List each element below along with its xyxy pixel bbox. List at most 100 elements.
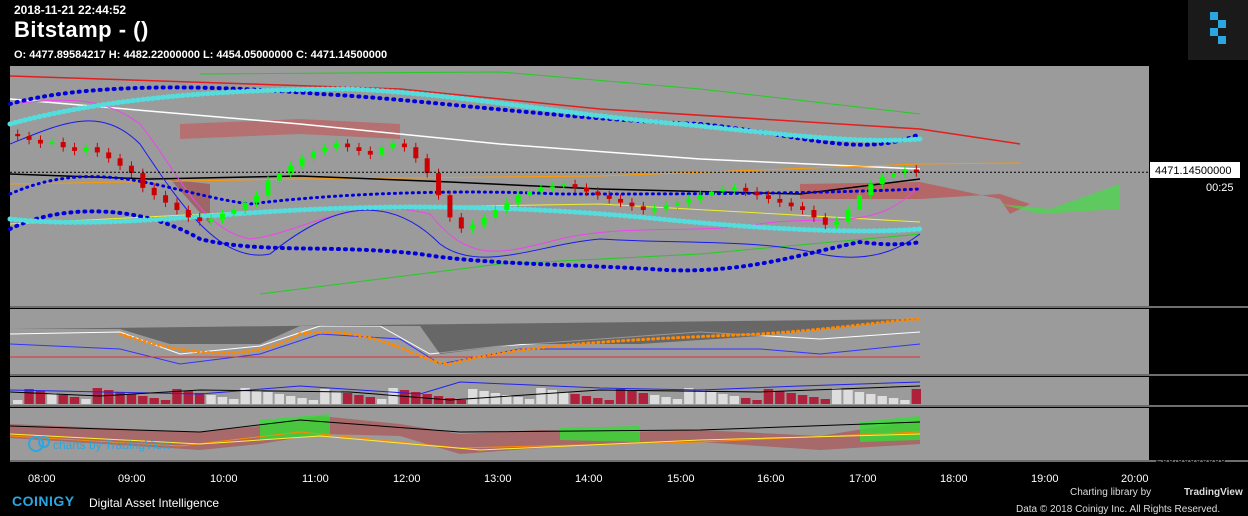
- candle[interactable]: [276, 173, 282, 181]
- candle[interactable]: [549, 186, 555, 189]
- candle[interactable]: [208, 218, 214, 222]
- candle[interactable]: [447, 195, 453, 218]
- volume-bar: [820, 399, 830, 404]
- candle[interactable]: [470, 224, 476, 229]
- candle[interactable]: [492, 210, 498, 218]
- candle[interactable]: [367, 150, 373, 155]
- candle[interactable]: [356, 147, 362, 151]
- candle[interactable]: [322, 147, 328, 151]
- volume-bar: [752, 400, 762, 404]
- candle[interactable]: [37, 139, 43, 144]
- volume-bar: [797, 395, 808, 404]
- volume-bar: [160, 400, 171, 404]
- candle[interactable]: [49, 142, 55, 145]
- volume-bar: [547, 390, 557, 404]
- candle[interactable]: [606, 195, 612, 199]
- volume-bar: [559, 392, 569, 404]
- candle[interactable]: [231, 210, 237, 214]
- brand-tagline: Digital Asset Intelligence: [89, 496, 220, 510]
- candle[interactable]: [572, 184, 578, 188]
- candle[interactable]: [618, 198, 624, 203]
- tradingview-watermark-text: charts by TradingView: [53, 438, 171, 452]
- candle[interactable]: [868, 184, 874, 196]
- candle[interactable]: [60, 142, 66, 148]
- candle[interactable]: [163, 195, 169, 203]
- coinigy-brand[interactable]: COINIGY: [12, 493, 75, 509]
- candle[interactable]: [515, 195, 521, 203]
- candle[interactable]: [254, 195, 260, 203]
- volume-bar: [365, 397, 375, 404]
- candle[interactable]: [151, 187, 157, 196]
- candle[interactable]: [583, 187, 589, 192]
- candle[interactable]: [663, 205, 669, 209]
- candle[interactable]: [458, 217, 464, 229]
- tradingview-credit[interactable]: TradingView: [1184, 487, 1243, 498]
- volume-bar: [877, 396, 887, 404]
- candle[interactable]: [106, 152, 112, 159]
- time-tick: 11:00: [302, 473, 329, 485]
- candle[interactable]: [527, 191, 533, 196]
- candle[interactable]: [345, 143, 351, 148]
- candle[interactable]: [538, 187, 544, 192]
- candle[interactable]: [390, 143, 396, 148]
- candle[interactable]: [629, 202, 635, 207]
- volume-bar: [741, 398, 751, 404]
- candle[interactable]: [731, 187, 737, 190]
- candle[interactable]: [185, 210, 191, 218]
- candle[interactable]: [754, 191, 760, 196]
- volume-bar: [229, 399, 239, 404]
- candle[interactable]: [299, 158, 305, 166]
- candle[interactable]: [15, 133, 21, 137]
- candle[interactable]: [879, 176, 885, 185]
- candle[interactable]: [834, 221, 840, 225]
- momentum-tick: -200.00000000: [1152, 453, 1226, 465]
- volume-bar: [342, 393, 353, 404]
- candle[interactable]: [800, 206, 806, 210]
- momentum-tick: 0.00000000: [1156, 421, 1214, 433]
- candle[interactable]: [26, 136, 32, 140]
- volume-bar: [661, 397, 671, 404]
- candle[interactable]: [219, 213, 225, 219]
- volume-bar: [183, 391, 193, 404]
- candle[interactable]: [140, 173, 146, 188]
- candle[interactable]: [379, 147, 385, 155]
- candle[interactable]: [640, 206, 646, 210]
- candle[interactable]: [765, 195, 771, 199]
- candle[interactable]: [845, 210, 851, 222]
- candle[interactable]: [811, 210, 817, 218]
- candle[interactable]: [333, 143, 339, 148]
- volume-bar: [775, 391, 785, 404]
- candle[interactable]: [709, 191, 715, 196]
- candle[interactable]: [401, 143, 407, 148]
- candle[interactable]: [197, 217, 203, 222]
- candle[interactable]: [720, 189, 726, 192]
- candle[interactable]: [481, 217, 487, 225]
- candle[interactable]: [83, 147, 89, 151]
- candle[interactable]: [413, 147, 419, 159]
- candle[interactable]: [674, 202, 680, 206]
- volume-bar: [536, 388, 546, 404]
- candle[interactable]: [822, 217, 828, 225]
- candle[interactable]: [743, 187, 749, 192]
- candle[interactable]: [697, 195, 703, 199]
- coinigy-logo-icon: [1188, 0, 1248, 60]
- candle[interactable]: [174, 202, 180, 210]
- candle[interactable]: [436, 173, 442, 196]
- candle[interactable]: [117, 158, 123, 166]
- candle[interactable]: [891, 173, 897, 177]
- candle[interactable]: [652, 208, 658, 211]
- candle[interactable]: [856, 195, 862, 210]
- candle[interactable]: [94, 147, 100, 153]
- candle[interactable]: [72, 147, 78, 151]
- candle[interactable]: [424, 158, 430, 174]
- candle[interactable]: [595, 191, 601, 196]
- candle[interactable]: [310, 150, 316, 159]
- candle[interactable]: [686, 198, 692, 203]
- candle[interactable]: [561, 184, 567, 187]
- candle[interactable]: [504, 202, 510, 210]
- candle[interactable]: [788, 202, 794, 207]
- candle[interactable]: [265, 180, 271, 196]
- candle[interactable]: [777, 198, 783, 203]
- candle[interactable]: [242, 202, 248, 210]
- trading-chart[interactable]: 4600.00000000 4520.00000000 4440.0000000…: [0, 64, 1248, 486]
